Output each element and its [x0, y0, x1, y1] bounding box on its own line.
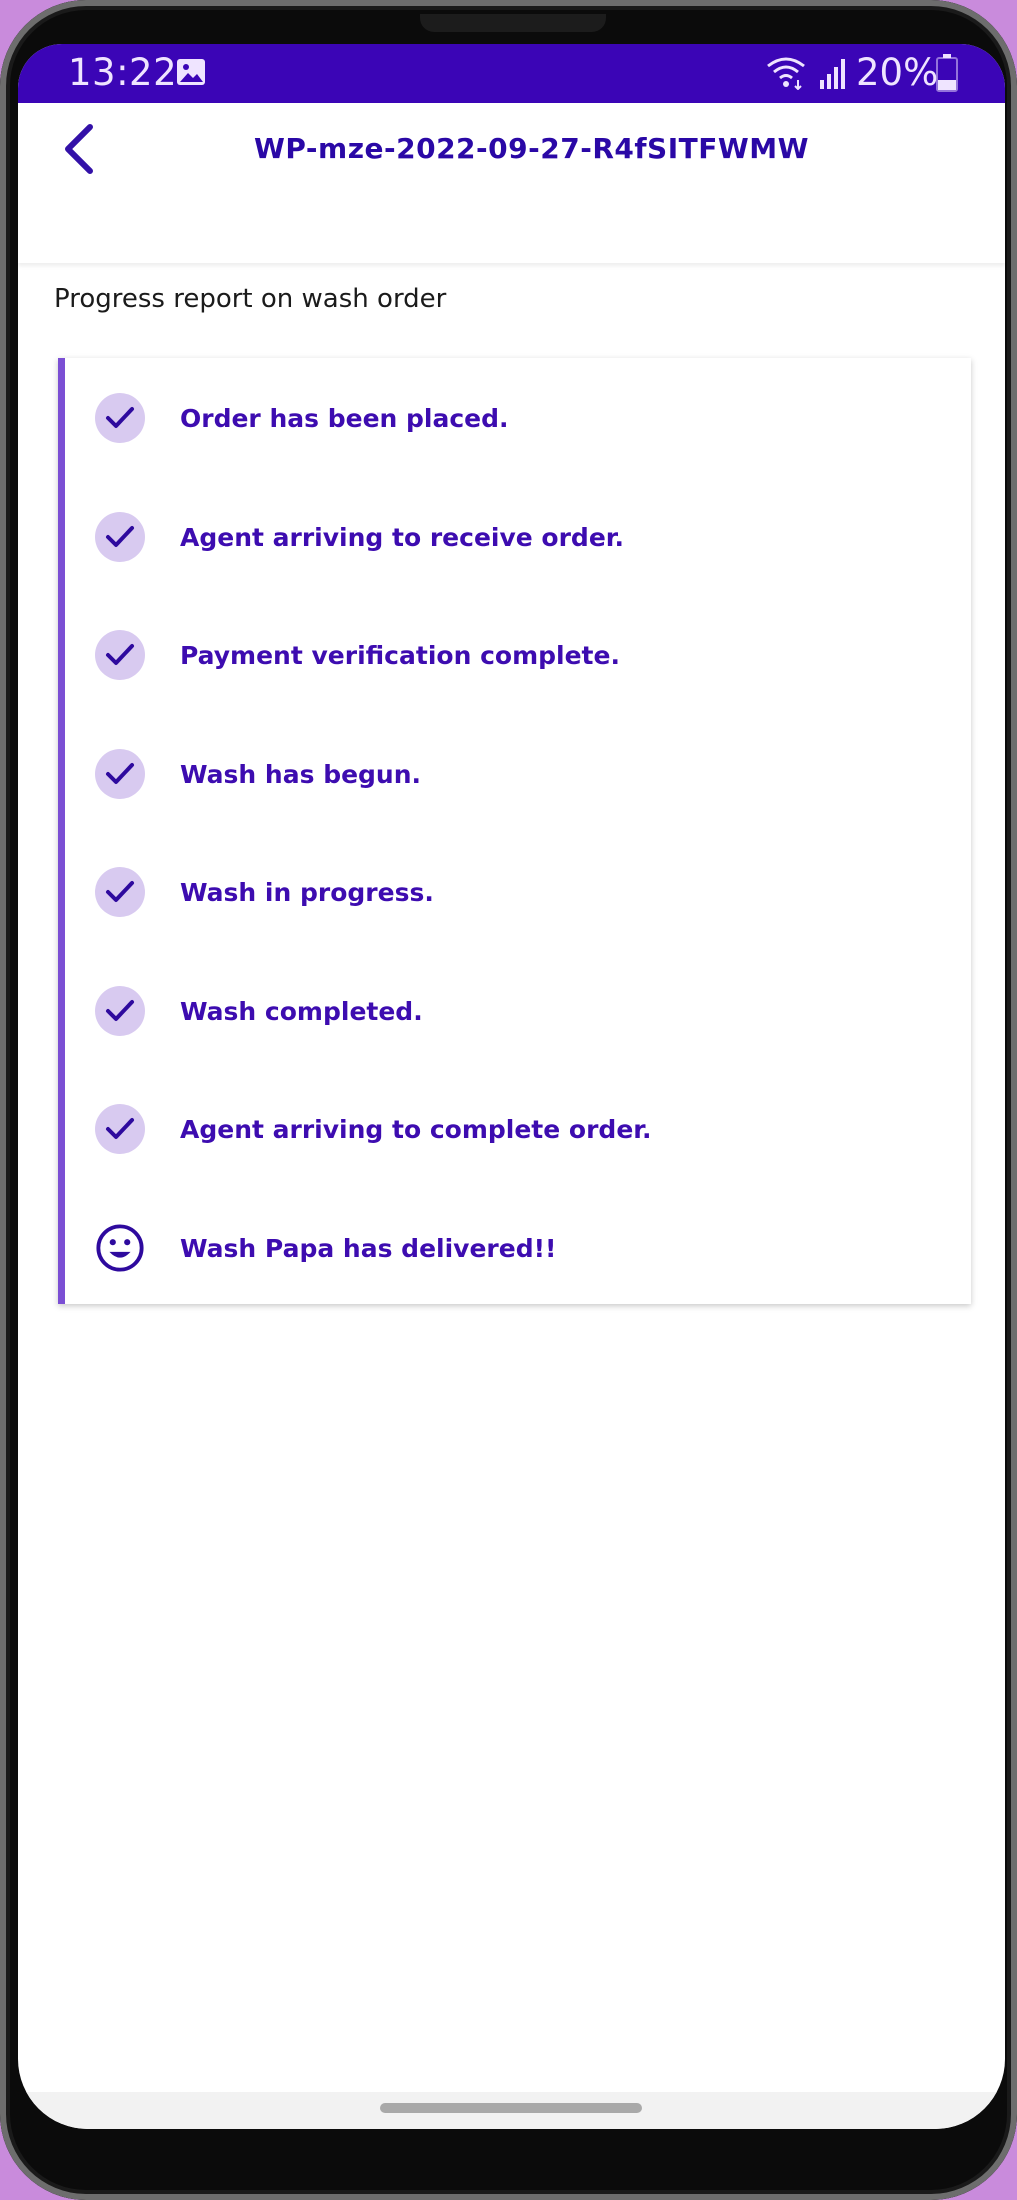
timeline-step: Agent arriving to complete order. — [65, 1099, 964, 1159]
timeline-step: Wash Papa has delivered!! — [65, 1218, 964, 1278]
check-icon — [95, 749, 145, 799]
check-icon — [95, 512, 145, 562]
step-label: Order has been placed. — [180, 403, 509, 433]
check-icon — [95, 393, 145, 443]
check-icon — [95, 986, 145, 1036]
screen: 13:22 20% WP-mze-2022-09-27-R4fSITFWMW P… — [18, 44, 1005, 2129]
progress-timeline-card: Order has been placed. Agent arriving to… — [58, 358, 971, 1304]
step-label: Wash has begun. — [180, 759, 422, 789]
status-time: 13:22 — [68, 51, 178, 94]
timeline-step: Order has been placed. — [65, 388, 964, 448]
step-label: Wash completed. — [180, 996, 423, 1026]
section-heading: Progress report on wash order — [54, 284, 447, 314]
battery-percent: 20% — [856, 51, 939, 94]
battery-icon — [936, 54, 958, 96]
phone-speaker — [420, 14, 606, 32]
status-bar: 13:22 20% — [18, 44, 1005, 103]
chevron-left-icon — [60, 123, 96, 179]
wifi-icon — [766, 56, 806, 94]
timeline-step: Payment verification complete. — [65, 625, 964, 685]
phone-frame: 13:22 20% WP-mze-2022-09-27-R4fSITFWMW P… — [0, 0, 1017, 2200]
check-icon — [95, 630, 145, 680]
step-label: Agent arriving to complete order. — [180, 1114, 652, 1144]
signal-icon — [818, 56, 850, 94]
check-icon — [95, 1104, 145, 1154]
timeline-step: Wash has begun. — [65, 744, 964, 804]
step-label: Agent arriving to receive order. — [180, 522, 625, 552]
smiley-icon — [95, 1223, 145, 1273]
timeline-step: Wash in progress. — [65, 862, 964, 922]
step-label: Wash in progress. — [180, 877, 434, 907]
gallery-icon — [176, 58, 206, 90]
app-bar — [18, 103, 1005, 263]
check-icon — [95, 867, 145, 917]
step-label: Wash Papa has delivered!! — [180, 1233, 557, 1263]
timeline-step: Agent arriving to receive order. — [65, 507, 964, 567]
timeline-step: Wash completed. — [65, 981, 964, 1041]
page-title: WP-mze-2022-09-27-R4fSITFWMW — [253, 132, 809, 165]
home-indicator[interactable] — [380, 2103, 642, 2113]
back-button[interactable] — [48, 116, 108, 186]
step-label: Payment verification complete. — [180, 640, 620, 670]
